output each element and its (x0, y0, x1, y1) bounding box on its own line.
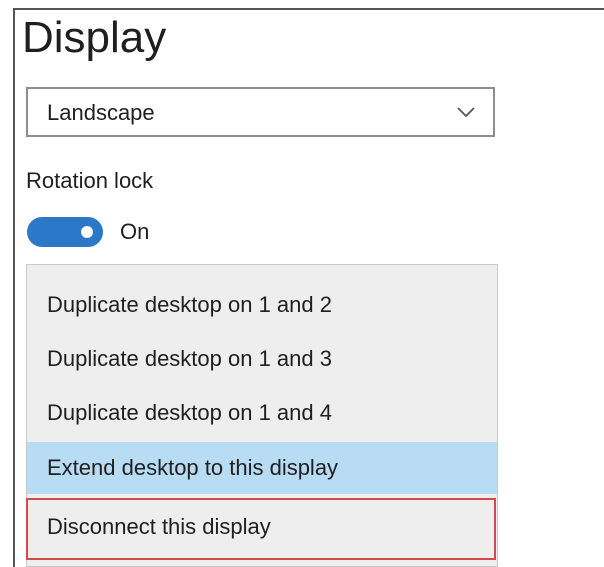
menu-item-disconnect-display[interactable]: Disconnect this display (26, 498, 496, 560)
rotation-lock-toggle[interactable] (27, 217, 103, 247)
menu-item-duplicate-1-and-4[interactable]: Duplicate desktop on 1 and 4 (27, 388, 497, 438)
menu-item-duplicate-1-and-2[interactable]: Duplicate desktop on 1 and 2 (27, 280, 497, 330)
frame-left-border (13, 8, 15, 567)
toggle-knob (81, 226, 93, 238)
rotation-lock-state: On (120, 219, 150, 244)
orientation-selected-value: Landscape (47, 100, 155, 125)
menu-item-extend-desktop[interactable]: Extend desktop to this display (27, 442, 497, 494)
display-mode-menu: Duplicate desktop on 1 and 2 Duplicate d… (26, 264, 498, 567)
orientation-dropdown[interactable]: Landscape (26, 87, 495, 137)
menu-item-duplicate-1-and-3[interactable]: Duplicate desktop on 1 and 3 (27, 334, 497, 384)
rotation-lock-label: Rotation lock (26, 168, 154, 193)
chevron-down-icon (457, 107, 475, 118)
page-title: Display (22, 13, 167, 62)
